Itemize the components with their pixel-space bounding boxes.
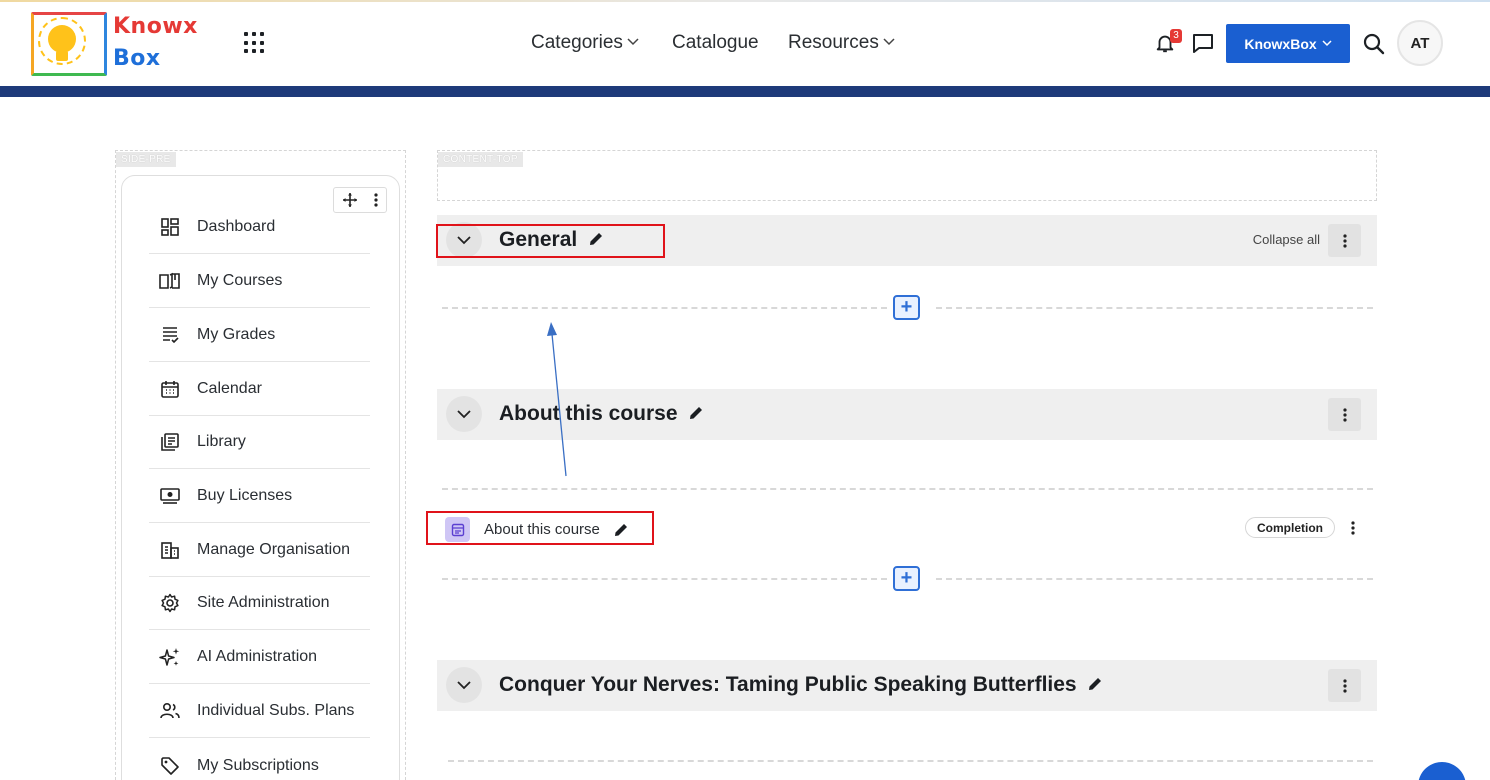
sidebar-item-label: Site Administration bbox=[197, 594, 330, 611]
nav-catalogue[interactable]: Catalogue bbox=[672, 32, 759, 54]
divider-line bbox=[442, 307, 887, 309]
section-kebab-menu[interactable] bbox=[1328, 398, 1361, 431]
grades-list-icon bbox=[157, 324, 183, 346]
content-top-region-tag: CONTENT-TOP bbox=[438, 152, 523, 167]
apps-grid-icon[interactable] bbox=[244, 32, 266, 54]
sidebar-item-ai-administration[interactable]: AI Administration bbox=[149, 631, 370, 684]
sidebar-item-calendar[interactable]: Calendar bbox=[149, 363, 370, 416]
sidebar-item-individual-subs-plans[interactable]: Individual Subs. Plans bbox=[149, 685, 370, 738]
book-open-icon bbox=[157, 270, 183, 292]
course-section-about: About this course bbox=[437, 389, 1377, 440]
info-floating-button[interactable] bbox=[1418, 762, 1466, 780]
lightbulb-base-icon bbox=[56, 51, 68, 61]
side-pre-region-tag: SIDE-PRE bbox=[116, 152, 176, 167]
sidebar-item-label: My Grades bbox=[197, 326, 276, 343]
chevron-down-icon bbox=[627, 38, 639, 46]
gear-icon bbox=[157, 592, 183, 614]
user-avatar[interactable]: AT bbox=[1397, 20, 1443, 66]
sidebar-item-my-courses[interactable]: My Courses bbox=[149, 255, 370, 308]
sidebar-item-label: AI Administration bbox=[197, 648, 318, 665]
divider-line bbox=[442, 578, 887, 580]
highlight-box-activity bbox=[426, 511, 654, 545]
workspace-menu-button[interactable]: KnowxBox bbox=[1226, 24, 1350, 63]
organisation-icon bbox=[157, 539, 183, 561]
activity-kebab-menu[interactable] bbox=[1351, 520, 1355, 540]
sidebar-item-site-administration[interactable]: Site Administration bbox=[149, 577, 370, 630]
sidebar-item-buy-licenses[interactable]: Buy Licenses bbox=[149, 470, 370, 523]
section-title[interactable]: About this course bbox=[499, 402, 705, 426]
users-icon bbox=[157, 700, 183, 722]
section-title-text: About this course bbox=[499, 402, 678, 425]
nav-categories[interactable]: Categories bbox=[531, 32, 639, 54]
collapse-all-link[interactable]: Collapse all bbox=[1253, 232, 1320, 247]
highlight-box-general bbox=[436, 224, 665, 258]
kebab-menu-icon[interactable] bbox=[373, 192, 379, 208]
divider-line bbox=[442, 488, 1373, 490]
nav-categories-label: Categories bbox=[531, 32, 623, 53]
sidebar-item-library[interactable]: Library bbox=[149, 416, 370, 469]
kebab-menu-icon bbox=[1342, 233, 1347, 248]
add-content-button[interactable]: + bbox=[893, 566, 920, 591]
sidebar-item-dashboard[interactable]: Dashboard bbox=[149, 201, 370, 254]
divider-line bbox=[448, 760, 1373, 762]
notification-count-badge: 3 bbox=[1170, 29, 1182, 43]
chevron-down-icon bbox=[457, 410, 471, 419]
sidebar-item-label: Dashboard bbox=[197, 218, 276, 235]
kebab-menu-icon bbox=[1351, 521, 1355, 535]
license-icon bbox=[157, 485, 183, 507]
sidebar-item-label: Manage Organisation bbox=[197, 541, 350, 558]
section-title[interactable]: Conquer Your Nerves: Taming Public Speak… bbox=[499, 673, 1104, 697]
nav-resources-label: Resources bbox=[788, 32, 879, 53]
dashboard-icon bbox=[157, 216, 183, 238]
section-title-text: Conquer Your Nerves: Taming Public Speak… bbox=[499, 673, 1077, 696]
nav-resources[interactable]: Resources bbox=[788, 32, 895, 54]
sidebar-item-label: Calendar bbox=[197, 380, 262, 397]
sparkle-icon bbox=[157, 646, 183, 668]
chevron-down-icon bbox=[1322, 40, 1332, 47]
pencil-icon[interactable] bbox=[1086, 675, 1104, 693]
kebab-menu-icon bbox=[1342, 678, 1347, 693]
section-kebab-menu[interactable] bbox=[1328, 224, 1361, 257]
add-content-button[interactable]: + bbox=[893, 295, 920, 320]
sidebar-item-label: My Subscriptions bbox=[197, 756, 319, 774]
sidebar-item-label: Buy Licenses bbox=[197, 487, 293, 504]
section-kebab-menu[interactable] bbox=[1328, 669, 1361, 702]
site-logo[interactable] bbox=[31, 12, 107, 76]
search-icon[interactable] bbox=[1362, 32, 1386, 56]
calendar-icon bbox=[157, 378, 183, 400]
course-section-conquer-nerves: Conquer Your Nerves: Taming Public Speak… bbox=[437, 660, 1377, 711]
nav-catalogue-label: Catalogue bbox=[672, 32, 759, 53]
section-collapse-toggle[interactable] bbox=[446, 396, 482, 432]
sidebar-item-my-subscriptions[interactable]: My Subscriptions bbox=[149, 739, 370, 780]
sidebar-item-label: Library bbox=[197, 433, 246, 450]
library-icon bbox=[157, 431, 183, 453]
lightbulb-icon bbox=[48, 25, 76, 53]
logo-text-box: Box bbox=[113, 46, 161, 71]
pencil-icon[interactable] bbox=[687, 404, 705, 422]
completion-badge[interactable]: Completion bbox=[1245, 517, 1335, 538]
sidebar-item-manage-organisation[interactable]: Manage Organisation bbox=[149, 524, 370, 577]
sidebar-item-label: Individual Subs. Plans bbox=[197, 702, 355, 719]
sidebar-item-my-grades[interactable]: My Grades bbox=[149, 309, 370, 362]
chevron-down-icon bbox=[883, 38, 895, 46]
section-collapse-toggle[interactable] bbox=[446, 667, 482, 703]
sidebar-item-label: My Courses bbox=[197, 272, 283, 289]
content-top-region bbox=[437, 150, 1377, 201]
kebab-menu-icon bbox=[1342, 407, 1347, 422]
chevron-down-icon bbox=[457, 681, 471, 690]
tag-icon bbox=[157, 755, 183, 777]
divider-line bbox=[936, 307, 1373, 309]
message-icon[interactable] bbox=[1191, 32, 1215, 54]
workspace-menu-label: KnowxBox bbox=[1244, 35, 1317, 52]
divider-line bbox=[936, 578, 1373, 580]
header-bottom-bar bbox=[0, 86, 1490, 97]
logo-text-knowx: Knowx bbox=[113, 14, 198, 39]
